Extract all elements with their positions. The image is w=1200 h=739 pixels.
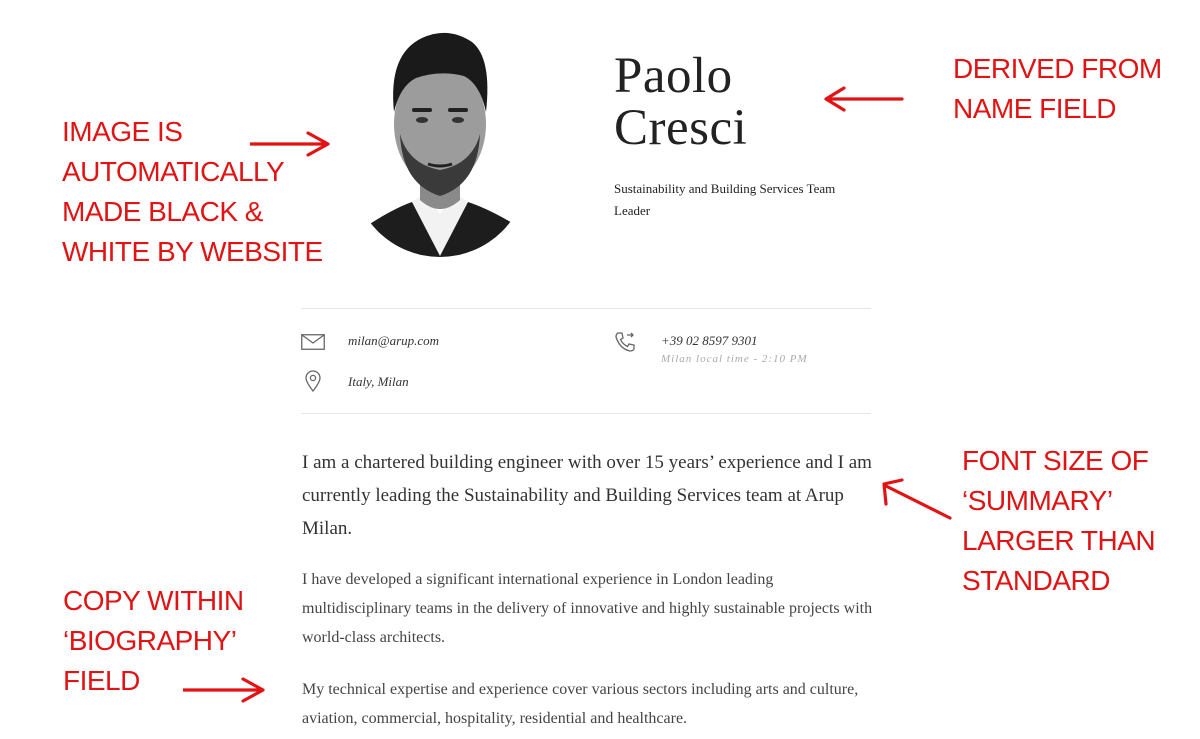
arrow-left-icon: [822, 84, 904, 114]
contact-email[interactable]: milan@arup.com: [348, 333, 439, 349]
profile-name: Paolo Cresci: [614, 50, 747, 154]
contact-location: Italy, Milan: [348, 374, 409, 389]
biography-paragraph-1: I have developed a significant internati…: [302, 571, 873, 646]
profile-first-name: Paolo: [614, 48, 733, 104]
arrow-diagonal-icon: [880, 478, 952, 522]
contact-top-divider: [301, 308, 871, 309]
biography-paragraph-2: My technical expertise and experience co…: [302, 681, 859, 727]
arrow-right-icon-2: [183, 676, 269, 706]
annotation-summary-note: FONT SIZE OF ‘SUMMARY’ LARGER THAN STAND…: [962, 445, 1156, 596]
profile-last-name: Cresci: [614, 100, 748, 156]
contact-phone[interactable]: +39 02 8597 9301: [661, 333, 758, 349]
annotation-name-note: DERIVED FROM NAME FIELD: [953, 53, 1162, 124]
summary-text: I am a chartered building engineer with …: [302, 452, 872, 539]
profile-role: Sustainability and Building Services Tea…: [614, 181, 836, 218]
location-pin-icon: [305, 370, 321, 392]
contact-local-time: Milan local time - 2:10 PM: [661, 353, 808, 365]
mail-icon: [301, 334, 325, 350]
profile-photo: [352, 24, 528, 266]
contact-bottom-divider: [301, 413, 871, 414]
portrait-photo-icon: [352, 32, 528, 257]
phone-icon: [614, 331, 636, 353]
arrow-right-icon: [250, 130, 334, 160]
